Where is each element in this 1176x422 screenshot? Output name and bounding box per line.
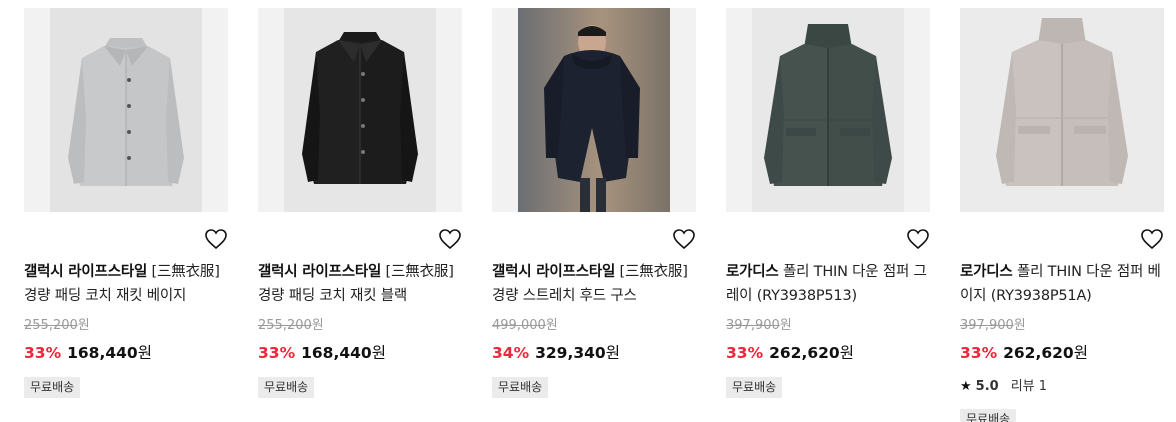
original-price: 255,200원 (258, 317, 324, 335)
product-name-link[interactable]: 갤럭시 라이프스타일 [三無衣服] 경량 스트레치 후드 구스 (492, 260, 696, 308)
free-shipping-badge: 무료배송 (492, 377, 549, 398)
product-brand: 로가디스 (726, 264, 779, 280)
original-price-currency: 원 (545, 318, 558, 333)
rating-row: ★ 5.0 리뷰 1 (960, 377, 1047, 397)
sale-price-currency: 원 (137, 344, 152, 362)
rating-score: 5.0 (975, 379, 999, 394)
product-card[interactable]: 갤럭시 라이프스타일 [三無衣服] 경량 패딩 코치 재킷 블랙 255,200… (258, 8, 462, 422)
original-price-value: 397,900 (726, 318, 780, 333)
wishlist-heart-icon[interactable] (438, 228, 462, 250)
product-image[interactable] (492, 8, 696, 212)
product-image[interactable] (258, 8, 462, 212)
product-name-link[interactable]: 갤럭시 라이프스타일 [三無衣服] 경량 패딩 코치 재킷 베이지 (24, 260, 228, 308)
wishlist-heart-icon[interactable] (1140, 228, 1164, 250)
sale-price-row: 33% 262,620원 (726, 342, 854, 364)
product-image[interactable] (726, 8, 930, 212)
wishlist-heart-icon[interactable] (204, 228, 228, 250)
original-price: 397,900원 (960, 317, 1026, 335)
sale-price-row: 33% 262,620원 (960, 342, 1088, 364)
sale-price: 262,620 (1003, 344, 1074, 362)
product-card[interactable]: 갤럭시 라이프스타일 [三無衣服] 경량 스트레치 후드 구스 499,000원… (492, 8, 696, 422)
discount-rate: 33% (726, 344, 764, 362)
product-brand: 갤럭시 라이프스타일 (492, 264, 616, 280)
original-price-currency: 원 (779, 318, 792, 333)
product-brand: 로가디스 (960, 264, 1013, 280)
original-price-currency: 원 (1013, 318, 1026, 333)
sale-price-currency: 원 (1073, 344, 1088, 362)
original-price-value: 255,200 (258, 318, 312, 333)
sale-price-currency: 원 (605, 344, 620, 362)
original-price-value: 499,000 (492, 318, 546, 333)
original-price-value: 397,900 (960, 318, 1014, 333)
product-name-link[interactable]: 갤럭시 라이프스타일 [三無衣服] 경량 패딩 코치 재킷 블랙 (258, 260, 462, 308)
product-brand: 갤럭시 라이프스타일 (24, 264, 148, 280)
free-shipping-badge: 무료배송 (960, 409, 1017, 422)
free-shipping-badge: 무료배송 (726, 377, 783, 398)
star-icon: ★ (960, 379, 972, 394)
sale-price: 262,620 (769, 344, 840, 362)
original-price-value: 255,200 (24, 318, 78, 333)
discount-rate: 34% (492, 344, 530, 362)
wishlist-heart-icon[interactable] (672, 228, 696, 250)
sale-price-row: 33% 168,440원 (258, 342, 386, 364)
sale-price: 329,340 (535, 344, 606, 362)
sale-price: 168,440 (67, 344, 138, 362)
discount-rate: 33% (258, 344, 296, 362)
free-shipping-badge: 무료배송 (258, 377, 315, 398)
product-name-link[interactable]: 로가디스 폴리 THIN 다운 점퍼 베이지 (RY3938P51A) (960, 260, 1164, 308)
sale-price-currency: 원 (371, 344, 386, 362)
discount-rate: 33% (24, 344, 62, 362)
product-card[interactable]: 갤럭시 라이프스타일 [三無衣服] 경량 패딩 코치 재킷 베이지 255,20… (24, 8, 228, 422)
original-price: 255,200원 (24, 317, 90, 335)
original-price: 499,000원 (492, 317, 558, 335)
product-image[interactable] (24, 8, 228, 212)
discount-rate: 33% (960, 344, 998, 362)
product-image[interactable] (960, 8, 1164, 212)
product-name-link[interactable]: 로가디스 폴리 THIN 다운 점퍼 그레이 (RY3938P513) (726, 260, 930, 308)
wishlist-heart-icon[interactable] (906, 228, 930, 250)
original-price-currency: 원 (77, 318, 90, 333)
product-brand: 갤럭시 라이프스타일 (258, 264, 382, 280)
original-price-currency: 원 (311, 318, 324, 333)
sale-price-row: 33% 168,440원 (24, 342, 152, 364)
sale-price-currency: 원 (839, 344, 854, 362)
original-price: 397,900원 (726, 317, 792, 335)
review-count: 리뷰 1 (1010, 379, 1048, 394)
sale-price-row: 34% 329,340원 (492, 342, 620, 364)
sale-price: 168,440 (301, 344, 372, 362)
free-shipping-badge: 무료배송 (24, 377, 81, 398)
product-card[interactable]: 로가디스 폴리 THIN 다운 점퍼 그레이 (RY3938P513) 397,… (726, 8, 930, 422)
product-card[interactable]: 로가디스 폴리 THIN 다운 점퍼 베이지 (RY3938P51A) 397,… (960, 8, 1164, 422)
product-grid: 갤럭시 라이프스타일 [三無衣服] 경량 패딩 코치 재킷 베이지 255,20… (0, 0, 1176, 422)
